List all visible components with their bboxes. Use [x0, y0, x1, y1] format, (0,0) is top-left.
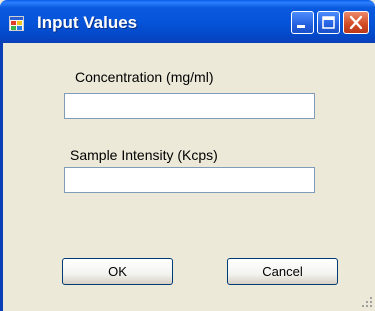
resize-grip-icon[interactable] — [361, 296, 373, 308]
dialog-window: Input Values Concentration (mg/ml) Sampl… — [0, 0, 375, 311]
intensity-input[interactable] — [64, 167, 315, 193]
minimize-button[interactable] — [291, 11, 314, 34]
ok-button[interactable]: OK — [62, 258, 173, 285]
title-bar[interactable]: Input Values — [0, 0, 375, 43]
maximize-icon — [322, 16, 335, 29]
minimize-icon — [297, 25, 305, 28]
app-icon — [9, 16, 24, 31]
cancel-button[interactable]: Cancel — [227, 258, 338, 285]
concentration-input[interactable] — [64, 93, 315, 119]
close-button[interactable] — [343, 11, 369, 34]
concentration-label: Concentration (mg/ml) — [75, 69, 214, 85]
window-title: Input Values — [37, 13, 138, 32]
close-icon — [349, 15, 363, 30]
maximize-button[interactable] — [317, 11, 340, 34]
intensity-label: Sample Intensity (Kcps) — [70, 147, 218, 163]
window-left-border — [0, 43, 3, 311]
